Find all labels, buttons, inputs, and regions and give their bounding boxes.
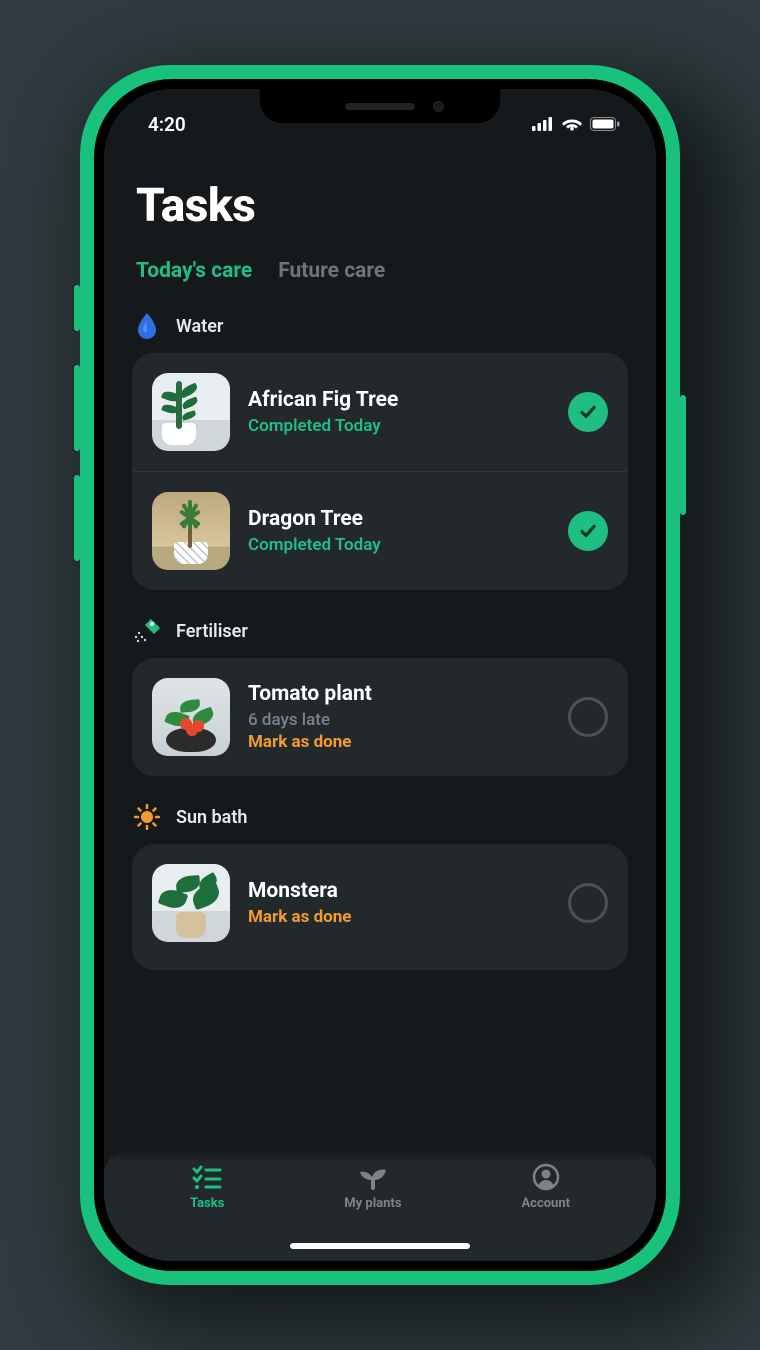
plant-name: Tomato plant (248, 682, 550, 706)
check-done-icon[interactable] (568, 392, 608, 432)
side-button (74, 365, 80, 451)
plant-name: Monstera (248, 879, 550, 903)
task-status: Completed Today (248, 535, 550, 555)
device-frame: 4:20 Tasks (80, 65, 680, 1285)
wifi-icon (562, 113, 582, 136)
mark-as-done-button[interactable]: Mark as done (248, 732, 550, 752)
status-bar: 4:20 (104, 89, 656, 145)
sun-icon (134, 804, 160, 830)
water-drop-icon (134, 313, 160, 339)
tasks-icon (192, 1163, 222, 1191)
task-late: 6 days late (248, 710, 550, 730)
section-label: Water (176, 316, 223, 337)
nav-my-plants[interactable]: My plants (344, 1163, 401, 1211)
status-time: 4:20 (148, 113, 186, 136)
nav-label: Account (521, 1196, 570, 1211)
plant-thumbnail (152, 492, 230, 570)
side-button (680, 395, 686, 515)
section-label: Fertiliser (176, 621, 248, 642)
battery-icon (590, 113, 620, 136)
check-empty-icon[interactable] (568, 883, 608, 923)
task-status: Completed Today (248, 416, 550, 436)
card-water: African Fig Tree Completed Today (132, 353, 628, 590)
plant-thumbnail (152, 373, 230, 451)
side-button (74, 285, 80, 331)
task-row[interactable]: Dragon Tree Completed Today (132, 471, 628, 590)
section-header-fertiliser: Fertiliser (132, 614, 628, 658)
fertiliser-icon (134, 618, 160, 644)
nav-label: Tasks (190, 1196, 224, 1211)
section-header-water: Water (132, 309, 628, 353)
task-row[interactable]: Tomato plant 6 days late Mark as done (132, 658, 628, 776)
account-icon (531, 1163, 561, 1191)
nav-tasks[interactable]: Tasks (190, 1163, 224, 1211)
card-sunbath: Monstera Mark as done (132, 844, 628, 970)
check-done-icon[interactable] (568, 511, 608, 551)
page-title: Tasks (132, 179, 628, 233)
section-label: Sun bath (176, 807, 247, 828)
side-button (74, 475, 80, 561)
nav-label: My plants (344, 1196, 401, 1211)
content: Tasks Today's care Future care Water (104, 145, 656, 1261)
plant-thumbnail (152, 678, 230, 756)
task-row[interactable]: African Fig Tree Completed Today (132, 353, 628, 471)
card-fertiliser: Tomato plant 6 days late Mark as done (132, 658, 628, 776)
screen: 4:20 Tasks (104, 89, 656, 1261)
plant-thumbnail (152, 864, 230, 942)
task-row[interactable]: Monstera Mark as done (132, 844, 628, 970)
tabs: Today's care Future care (132, 259, 628, 283)
cellular-icon (532, 113, 554, 136)
check-empty-icon[interactable] (568, 697, 608, 737)
mark-as-done-button[interactable]: Mark as done (248, 907, 550, 927)
section-header-sunbath: Sun bath (132, 800, 628, 844)
tab-future-care[interactable]: Future care (278, 259, 385, 283)
plant-name: African Fig Tree (248, 388, 550, 412)
home-indicator[interactable] (290, 1243, 470, 1249)
plant-name: Dragon Tree (248, 507, 550, 531)
tab-todays-care[interactable]: Today's care (136, 259, 252, 283)
nav-account[interactable]: Account (521, 1163, 570, 1211)
sprout-icon (358, 1163, 388, 1191)
